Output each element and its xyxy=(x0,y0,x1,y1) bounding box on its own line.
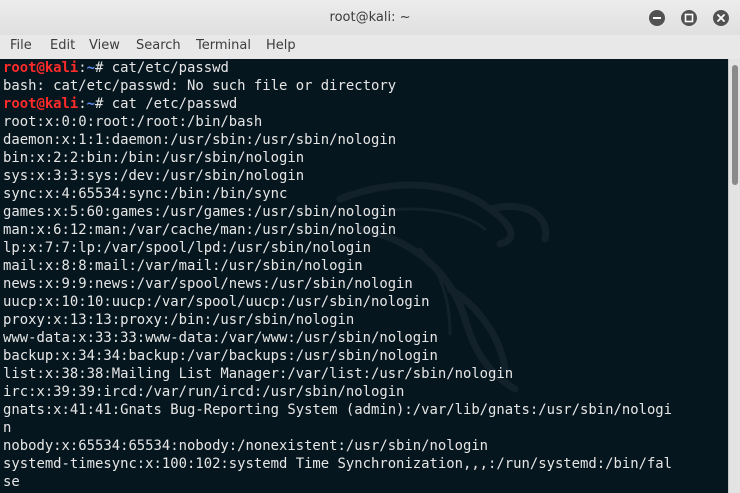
terminal-output-area[interactable]: root@kali:~# cat/etc/passwd bash: cat/et… xyxy=(0,59,728,493)
prompt-path: ~ xyxy=(86,96,96,112)
output-line: daemon:x:1:1:daemon:/usr/sbin:/usr/sbin/… xyxy=(3,132,397,148)
minimize-icon xyxy=(653,17,661,19)
output-line: www-data:x:33:33:www-data:/var/www:/usr/… xyxy=(3,330,438,346)
prompt-user: root@kali xyxy=(3,60,79,76)
output-line: sys:x:3:3:sys:/dev:/usr/sbin/nologin xyxy=(3,168,305,184)
output-line: man:x:6:12:man:/var/cache/man:/usr/sbin/… xyxy=(3,222,397,238)
maximize-button[interactable] xyxy=(681,10,697,26)
prompt-line: root@kali:~# cat/etc/passwd xyxy=(3,60,229,76)
minimize-button[interactable] xyxy=(649,10,665,26)
output-line: gnats:x:41:41:Gnats Bug-Reporting System… xyxy=(3,402,673,418)
menu-help[interactable]: Help xyxy=(266,35,296,57)
output-line: bin:x:2:2:bin:/bin:/usr/sbin/nologin xyxy=(3,150,305,166)
menu-bar: File Edit View Search Terminal Help xyxy=(0,35,740,60)
command-text: cat/etc/passwd xyxy=(111,60,229,76)
output-line: backup:x:34:34:backup:/var/backups:/usr/… xyxy=(3,348,438,364)
prompt-path: ~ xyxy=(86,60,96,76)
window-title: root@kali: ~ xyxy=(329,10,411,25)
maximize-icon xyxy=(684,13,694,23)
output-line: news:x:9:9:news:/var/spool/news:/usr/sbi… xyxy=(3,276,413,292)
output-line: se xyxy=(3,474,20,490)
title-bar[interactable]: root@kali: ~ xyxy=(0,0,740,36)
output-line: sync:x:4:65534:sync:/bin:/bin/sync xyxy=(3,186,288,202)
terminal-lines: root@kali:~# cat/etc/passwd bash: cat/et… xyxy=(3,59,672,491)
close-button[interactable] xyxy=(713,10,729,26)
error-line: bash: cat/etc/passwd: No such file or di… xyxy=(3,78,397,94)
close-icon xyxy=(717,14,725,22)
output-line: mail:x:8:8:mail:/var/mail:/usr/sbin/nolo… xyxy=(3,258,363,274)
menu-search[interactable]: Search xyxy=(136,35,181,57)
output-line: systemd-timesync:x:100:102:systemd Time … xyxy=(3,456,673,472)
vertical-scrollbar[interactable] xyxy=(728,59,740,493)
menu-view[interactable]: View xyxy=(89,35,120,57)
menu-edit[interactable]: Edit xyxy=(50,35,75,57)
prompt-user: root@kali xyxy=(3,96,79,112)
output-line: nobody:x:65534:65534:nobody:/nonexistent… xyxy=(3,438,489,454)
output-line: lp:x:7:7:lp:/var/spool/lpd:/usr/sbin/nol… xyxy=(3,240,371,256)
output-line: root:x:0:0:root:/root:/bin/bash xyxy=(3,114,263,130)
output-line: irc:x:39:39:ircd:/var/run/ircd:/usr/sbin… xyxy=(3,384,405,400)
menu-terminal[interactable]: Terminal xyxy=(196,35,251,57)
command-text: cat /etc/passwd xyxy=(111,96,238,112)
output-line: list:x:38:38:Mailing List Manager:/var/l… xyxy=(3,366,514,382)
scrollbar-thumb[interactable] xyxy=(732,65,738,185)
output-line: uucp:x:10:10:uucp:/var/spool/uucp:/usr/s… xyxy=(3,294,430,310)
output-line: n xyxy=(3,420,12,436)
prompt-line: root@kali:~# cat /etc/passwd xyxy=(3,96,238,112)
terminal-window: root@kali: ~ File Edit View Search Termi… xyxy=(0,0,740,493)
output-line: games:x:5:60:games:/usr/games:/usr/sbin/… xyxy=(3,204,397,220)
output-line: proxy:x:13:13:proxy:/bin:/usr/sbin/nolog… xyxy=(3,312,355,328)
menu-file[interactable]: File xyxy=(10,35,32,57)
